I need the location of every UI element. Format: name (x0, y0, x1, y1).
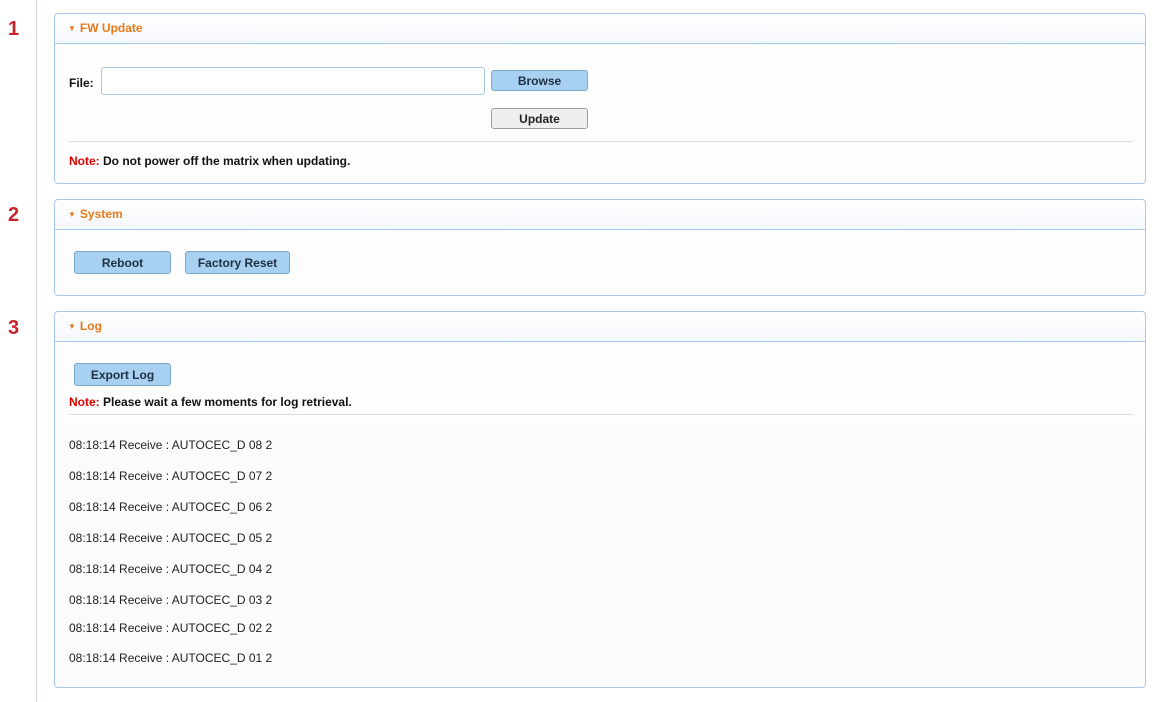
fw-update-title: FW Update (79, 21, 143, 35)
note-prefix: Note: (69, 395, 100, 409)
log-line: 08:18:14 Receive : AUTOCEC_D 04 2 (69, 562, 273, 576)
fw-update-header[interactable]: ▼ FW Update (55, 14, 1145, 44)
log-line: 08:18:14 Receive : AUTOCEC_D 02 2 (69, 621, 273, 635)
fw-update-divider (69, 141, 1133, 142)
log-title: Log (79, 319, 102, 333)
log-panel: ▼ Log Export Log Note: Please wait a few … (54, 311, 1146, 688)
collapse-caret-icon: ▼ (68, 24, 76, 33)
fw-update-note: Note: Do not power off the matrix when u… (69, 154, 350, 168)
collapse-caret-icon: ▼ (68, 210, 76, 219)
step-number-2: 2 (8, 204, 20, 226)
log-divider (69, 414, 1133, 415)
log-line: 08:18:14 Receive : AUTOCEC_D 08 2 (69, 438, 273, 452)
reboot-button[interactable]: Reboot (74, 251, 171, 274)
log-line: 08:18:14 Receive : AUTOCEC_D 07 2 (69, 469, 273, 483)
file-label: File: (69, 76, 94, 90)
log-line: 08:18:14 Receive : AUTOCEC_D 06 2 (69, 500, 273, 514)
note-text: Please wait a few moments for log retrie… (99, 395, 352, 409)
note-text: Do not power off the matrix when updatin… (99, 154, 351, 168)
log-line: 08:18:14 Receive : AUTOCEC_D 05 2 (69, 531, 273, 545)
file-path-input[interactable] (101, 67, 485, 95)
fw-update-panel: ▼ FW Update File: Browse Update Note: Do … (54, 13, 1146, 184)
factory-reset-button[interactable]: Factory Reset (185, 251, 290, 274)
log-header[interactable]: ▼ Log (55, 312, 1145, 342)
system-header[interactable]: ▼ System (55, 200, 1145, 230)
system-panel: ▼ System Reboot Factory Reset (54, 199, 1146, 296)
step-number-3: 3 (8, 317, 20, 339)
note-prefix: Note: (69, 154, 100, 168)
browse-button[interactable]: Browse (491, 70, 588, 91)
log-note: Note: Please wait a few moments for log … (69, 395, 352, 409)
collapse-caret-icon: ▼ (68, 322, 76, 331)
step-number-1: 1 (8, 18, 20, 40)
update-button[interactable]: Update (491, 108, 588, 129)
log-line: 08:18:14 Receive : AUTOCEC_D 03 2 (69, 593, 273, 607)
log-line: 08:18:14 Receive : AUTOCEC_D 01 2 (69, 651, 273, 665)
system-title: System (79, 207, 123, 221)
export-log-button[interactable]: Export Log (74, 363, 171, 386)
left-divider-line (36, 0, 37, 702)
